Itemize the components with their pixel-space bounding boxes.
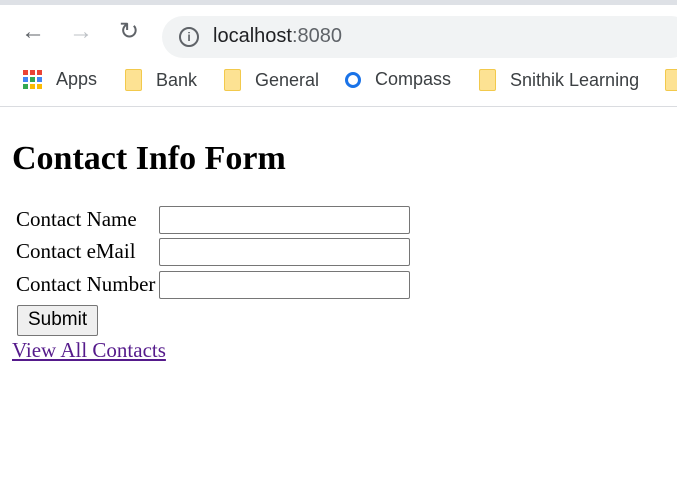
back-arrow-icon[interactable]: ← [18, 20, 48, 44]
bookmark-apps[interactable]: Apps [23, 69, 97, 90]
bookmark-label: Compass [375, 69, 452, 89]
folder-icon [224, 69, 241, 91]
folder-icon [665, 69, 677, 91]
contact-email-input[interactable] [159, 238, 411, 266]
bookmark-snithik-learning[interactable]: Snithik Learning [479, 69, 639, 91]
apps-grid-icon [23, 70, 42, 89]
browser-toolbar: ← → ↻ i localhost:8080 [0, 5, 677, 59]
bookmark-overflow-folder[interactable] [665, 69, 677, 91]
bookmarks-bar: Apps Bank General Compass Snithik Learni… [0, 60, 677, 107]
url-port: :8080 [291, 25, 342, 47]
contact-name-label: Contact Name [16, 206, 137, 231]
reload-icon[interactable]: ↻ [114, 20, 144, 44]
contact-number-input[interactable] [159, 270, 411, 299]
contact-form: Contact Name Contact eMail Contact Numbe… [13, 202, 413, 302]
contact-number-label: Contact Number [16, 271, 156, 296]
view-all-contacts-link[interactable]: View All Contacts [12, 338, 413, 363]
contact-email-label: Contact eMail [16, 239, 136, 264]
folder-icon [479, 69, 496, 91]
info-icon[interactable]: i [179, 27, 199, 47]
bookmark-bank[interactable]: Bank [125, 69, 197, 91]
submit-button[interactable]: Submit [17, 304, 99, 336]
address-bar[interactable]: i localhost:8080 [162, 16, 677, 58]
url-host: localhost [213, 25, 292, 47]
bookmark-label: Bank [156, 69, 198, 90]
bookmark-label: General [255, 69, 320, 90]
forward-arrow-icon[interactable]: → [66, 20, 96, 44]
bookmark-label: Snithik Learning [510, 69, 640, 90]
contact-name-input[interactable] [159, 205, 411, 234]
compass-icon [345, 71, 361, 88]
bookmark-label: Apps [56, 69, 98, 89]
bookmark-compass[interactable]: Compass [345, 69, 451, 90]
folder-icon [125, 69, 142, 91]
bookmark-general[interactable]: General [224, 69, 319, 91]
page-content: Contact Info Form Contact Name Contact e… [12, 138, 413, 363]
page-title: Contact Info Form [12, 140, 286, 177]
